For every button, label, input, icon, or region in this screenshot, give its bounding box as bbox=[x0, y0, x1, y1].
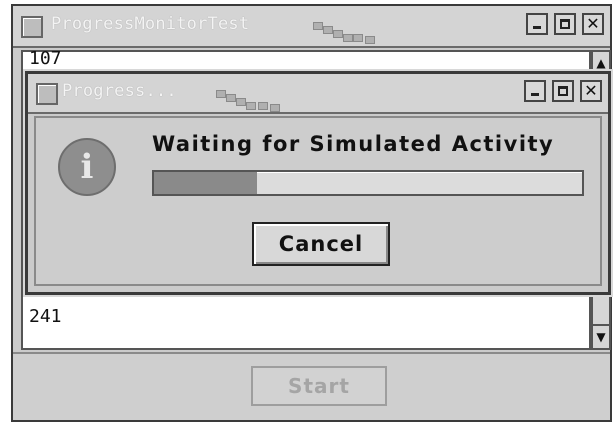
dialog-window-menu-icon[interactable] bbox=[36, 83, 58, 105]
cancel-button[interactable]: Cancel bbox=[252, 222, 390, 266]
main-window-title: ProgressMonitorTest bbox=[51, 14, 250, 34]
list-item: 107 bbox=[29, 48, 62, 69]
dialog-title: Progress... bbox=[62, 81, 177, 101]
info-icon: i bbox=[58, 138, 116, 196]
maximize-button[interactable] bbox=[554, 13, 576, 35]
main-titlebar[interactable]: ProgressMonitorTest ✕ bbox=[13, 6, 610, 48]
start-button[interactable]: Start bbox=[251, 366, 387, 406]
dialog-titlebar-pattern bbox=[216, 90, 296, 112]
close-button[interactable]: ✕ bbox=[582, 13, 604, 35]
dialog-minimize-button[interactable] bbox=[524, 80, 546, 102]
titlebar-pattern bbox=[313, 22, 393, 44]
dialog-close-button[interactable]: ✕ bbox=[580, 80, 602, 102]
dialog-maximize-button[interactable] bbox=[552, 80, 574, 102]
button-panel: Start bbox=[13, 352, 610, 420]
scroll-down-arrow-icon[interactable]: ▼ bbox=[593, 324, 609, 348]
progress-message: Waiting for Simulated Activity bbox=[152, 132, 555, 156]
dialog-content: i Waiting for Simulated Activity Cancel bbox=[34, 116, 602, 286]
progress-bar-fill bbox=[154, 172, 257, 194]
progress-bar bbox=[152, 170, 584, 196]
minimize-button[interactable] bbox=[526, 13, 548, 35]
list-item: 241 bbox=[29, 306, 62, 327]
window-menu-icon[interactable] bbox=[21, 16, 43, 38]
progress-dialog: Progress... ✕ i Waiting for Simulated Ac… bbox=[25, 71, 611, 295]
dialog-titlebar[interactable]: Progress... ✕ bbox=[28, 74, 608, 114]
